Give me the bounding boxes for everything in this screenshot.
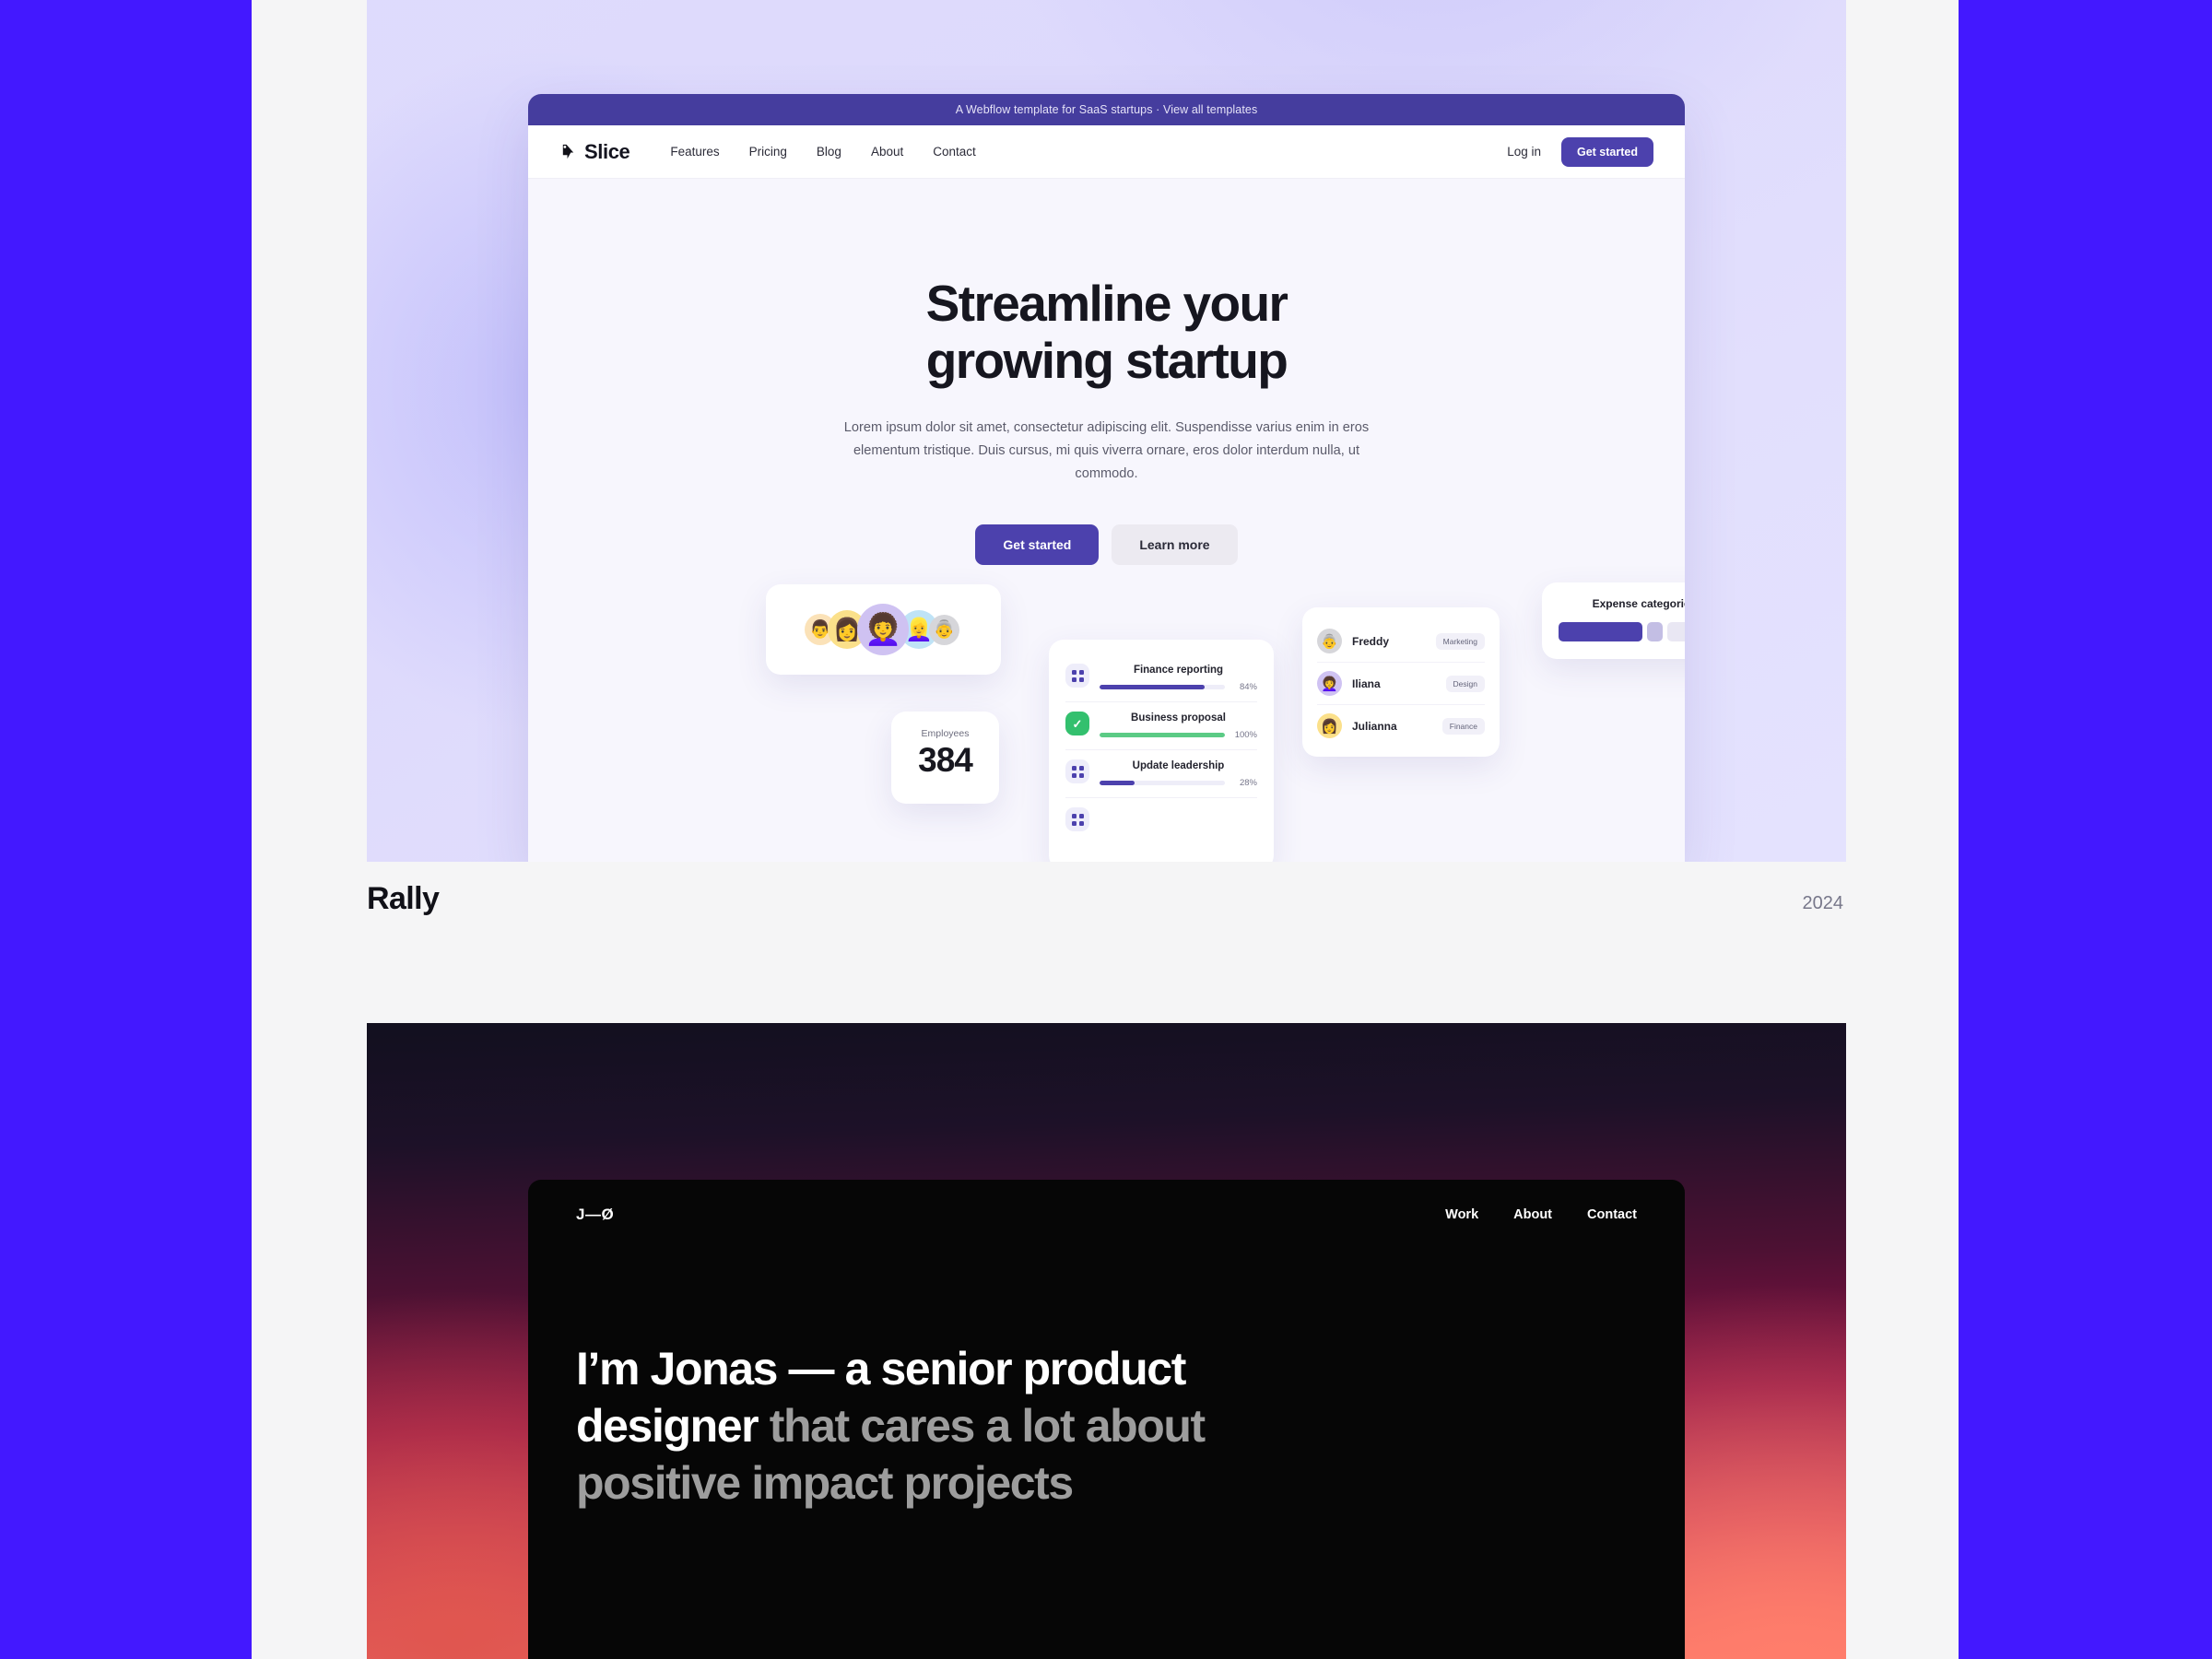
expense-segment bbox=[1559, 622, 1643, 641]
employees-label: Employees bbox=[921, 728, 970, 739]
task-name: Finance reporting bbox=[1133, 665, 1224, 676]
avatar: 👵 bbox=[1317, 629, 1342, 653]
task-progress-track bbox=[1100, 781, 1225, 785]
nav-link-work[interactable]: Work bbox=[1445, 1207, 1478, 1222]
right-blue-rail bbox=[1959, 0, 2212, 1659]
hero-title: Streamline your growing startup bbox=[528, 275, 1685, 389]
avatar: 👩 bbox=[1317, 713, 1342, 738]
login-link[interactable]: Log in bbox=[1507, 145, 1541, 159]
avatar: 👩‍🦱 bbox=[857, 604, 909, 655]
person-name: Freddy bbox=[1352, 634, 1390, 648]
jonas-website-mockup: J—Ø Work About Contact I’m Jonas — a sen… bbox=[528, 1180, 1685, 1659]
employees-value: 384 bbox=[918, 741, 973, 779]
hero-paragraph: Lorem ipsum dolor sit amet, consectetur … bbox=[843, 420, 1370, 482]
nav-link-about[interactable]: About bbox=[1513, 1207, 1552, 1222]
avatar-stack: 👨 👩 👩‍🦱 👱‍♀️ 👵 bbox=[766, 584, 1001, 675]
slice-nav-links: Features Pricing Blog About Contact bbox=[670, 145, 975, 159]
nav-link-blog[interactable]: Blog bbox=[817, 145, 841, 159]
nav-link-contact[interactable]: Contact bbox=[1587, 1207, 1637, 1222]
announcement-bar[interactable]: A Webflow template for SaaS startups · V… bbox=[528, 94, 1685, 125]
jonas-headline: I’m Jonas — a senior product designer th… bbox=[576, 1340, 1341, 1512]
slice-brand-name: Slice bbox=[584, 139, 630, 163]
nav-link-features[interactable]: Features bbox=[670, 145, 719, 159]
expense-segment bbox=[1647, 622, 1663, 641]
person-department-tag: Finance bbox=[1441, 717, 1485, 735]
avatar: 👵 bbox=[929, 614, 959, 645]
hero-learn-more-button[interactable]: Learn more bbox=[1112, 524, 1238, 566]
task-row: Update leadership 28% bbox=[1065, 750, 1257, 798]
slice-navbar: Slice Features Pricing Blog About Contac… bbox=[528, 125, 1685, 179]
task-row: ✓ Business proposal 100% bbox=[1065, 702, 1257, 750]
hero-get-started-button[interactable]: Get started bbox=[975, 524, 1100, 566]
floating-dashboard-cards: 👨 👩 👩‍🦱 👱‍♀️ 👵 Employees 384 bbox=[528, 573, 1685, 862]
team-avatars-card: 👨 👩 👩‍🦱 👱‍♀️ 👵 bbox=[766, 584, 1001, 675]
slice-brand[interactable]: Slice bbox=[559, 139, 630, 164]
task-percent: 84% bbox=[1239, 682, 1257, 692]
jonas-nav-links: Work About Contact bbox=[1445, 1207, 1637, 1222]
portfolio-canvas: A Webflow template for SaaS startups · V… bbox=[252, 0, 1959, 1659]
slice-website-mockup: A Webflow template for SaaS startups · V… bbox=[528, 94, 1685, 862]
task-row-clipped bbox=[1065, 798, 1257, 841]
nav-link-pricing[interactable]: Pricing bbox=[749, 145, 787, 159]
hero-title-line-2: growing startup bbox=[925, 331, 1288, 389]
slice-hero-section: Streamline your growing startup Lorem ip… bbox=[528, 179, 1685, 862]
project-title: Rally bbox=[367, 881, 440, 916]
person-name: Iliana bbox=[1352, 677, 1381, 690]
list-item: 👩‍🦱 Iliana Design bbox=[1317, 663, 1485, 705]
people-list-card: 👵 Freddy Marketing 👩‍🦱 Iliana Design 👩 J… bbox=[1302, 607, 1500, 757]
jonas-logo[interactable]: J—Ø bbox=[576, 1206, 614, 1224]
task-row: Finance reporting 84% bbox=[1065, 654, 1257, 702]
grid-icon bbox=[1065, 759, 1089, 783]
person-department-tag: Marketing bbox=[1435, 632, 1485, 650]
person-department-tag: Design bbox=[1445, 675, 1485, 692]
expense-bar-chart bbox=[1559, 622, 1685, 641]
list-item: 👩 Julianna Finance bbox=[1317, 705, 1485, 747]
hero-cta-group: Get started Learn more bbox=[528, 524, 1685, 566]
grid-icon bbox=[1065, 664, 1089, 688]
avatar: 👩‍🦱 bbox=[1317, 671, 1342, 696]
nav-get-started-button[interactable]: Get started bbox=[1561, 136, 1653, 167]
navbar-actions: Log in Get started bbox=[1507, 136, 1653, 167]
person-name: Julianna bbox=[1352, 719, 1397, 733]
check-icon: ✓ bbox=[1065, 712, 1089, 735]
nav-link-contact[interactable]: Contact bbox=[933, 145, 976, 159]
tasks-progress-card: Finance reporting 84% ✓ Business proposa… bbox=[1049, 640, 1274, 862]
expense-card-title: Expense categories bbox=[1592, 597, 1685, 610]
project-rally-caption: Rally 2024 bbox=[252, 881, 1959, 917]
hero-title-line-1: Streamline your bbox=[925, 275, 1288, 332]
task-percent: 28% bbox=[1239, 778, 1257, 788]
slice-logo-icon bbox=[562, 144, 574, 159]
nav-link-about[interactable]: About bbox=[871, 145, 903, 159]
task-progress-track bbox=[1100, 733, 1225, 737]
list-item: 👵 Freddy Marketing bbox=[1317, 620, 1485, 663]
jonas-navbar: J—Ø Work About Contact bbox=[528, 1180, 1685, 1250]
expense-segment bbox=[1666, 622, 1685, 641]
project-year: 2024 bbox=[1802, 893, 1844, 913]
left-blue-rail bbox=[0, 0, 252, 1659]
task-name: Business proposal bbox=[1131, 712, 1226, 724]
expense-categories-card: Expense categories bbox=[1542, 582, 1685, 659]
grid-icon bbox=[1065, 807, 1089, 831]
announcement-text: A Webflow template for SaaS startups · V… bbox=[955, 103, 1258, 116]
project-jonas-screenshot[interactable]: J—Ø Work About Contact I’m Jonas — a sen… bbox=[367, 1023, 1846, 1659]
task-percent: 100% bbox=[1234, 730, 1257, 740]
employees-stat-card: Employees 384 bbox=[891, 712, 999, 804]
task-name: Update leadership bbox=[1132, 760, 1225, 771]
task-progress-track bbox=[1100, 685, 1225, 689]
project-rally-screenshot[interactable]: A Webflow template for SaaS startups · V… bbox=[367, 0, 1846, 862]
